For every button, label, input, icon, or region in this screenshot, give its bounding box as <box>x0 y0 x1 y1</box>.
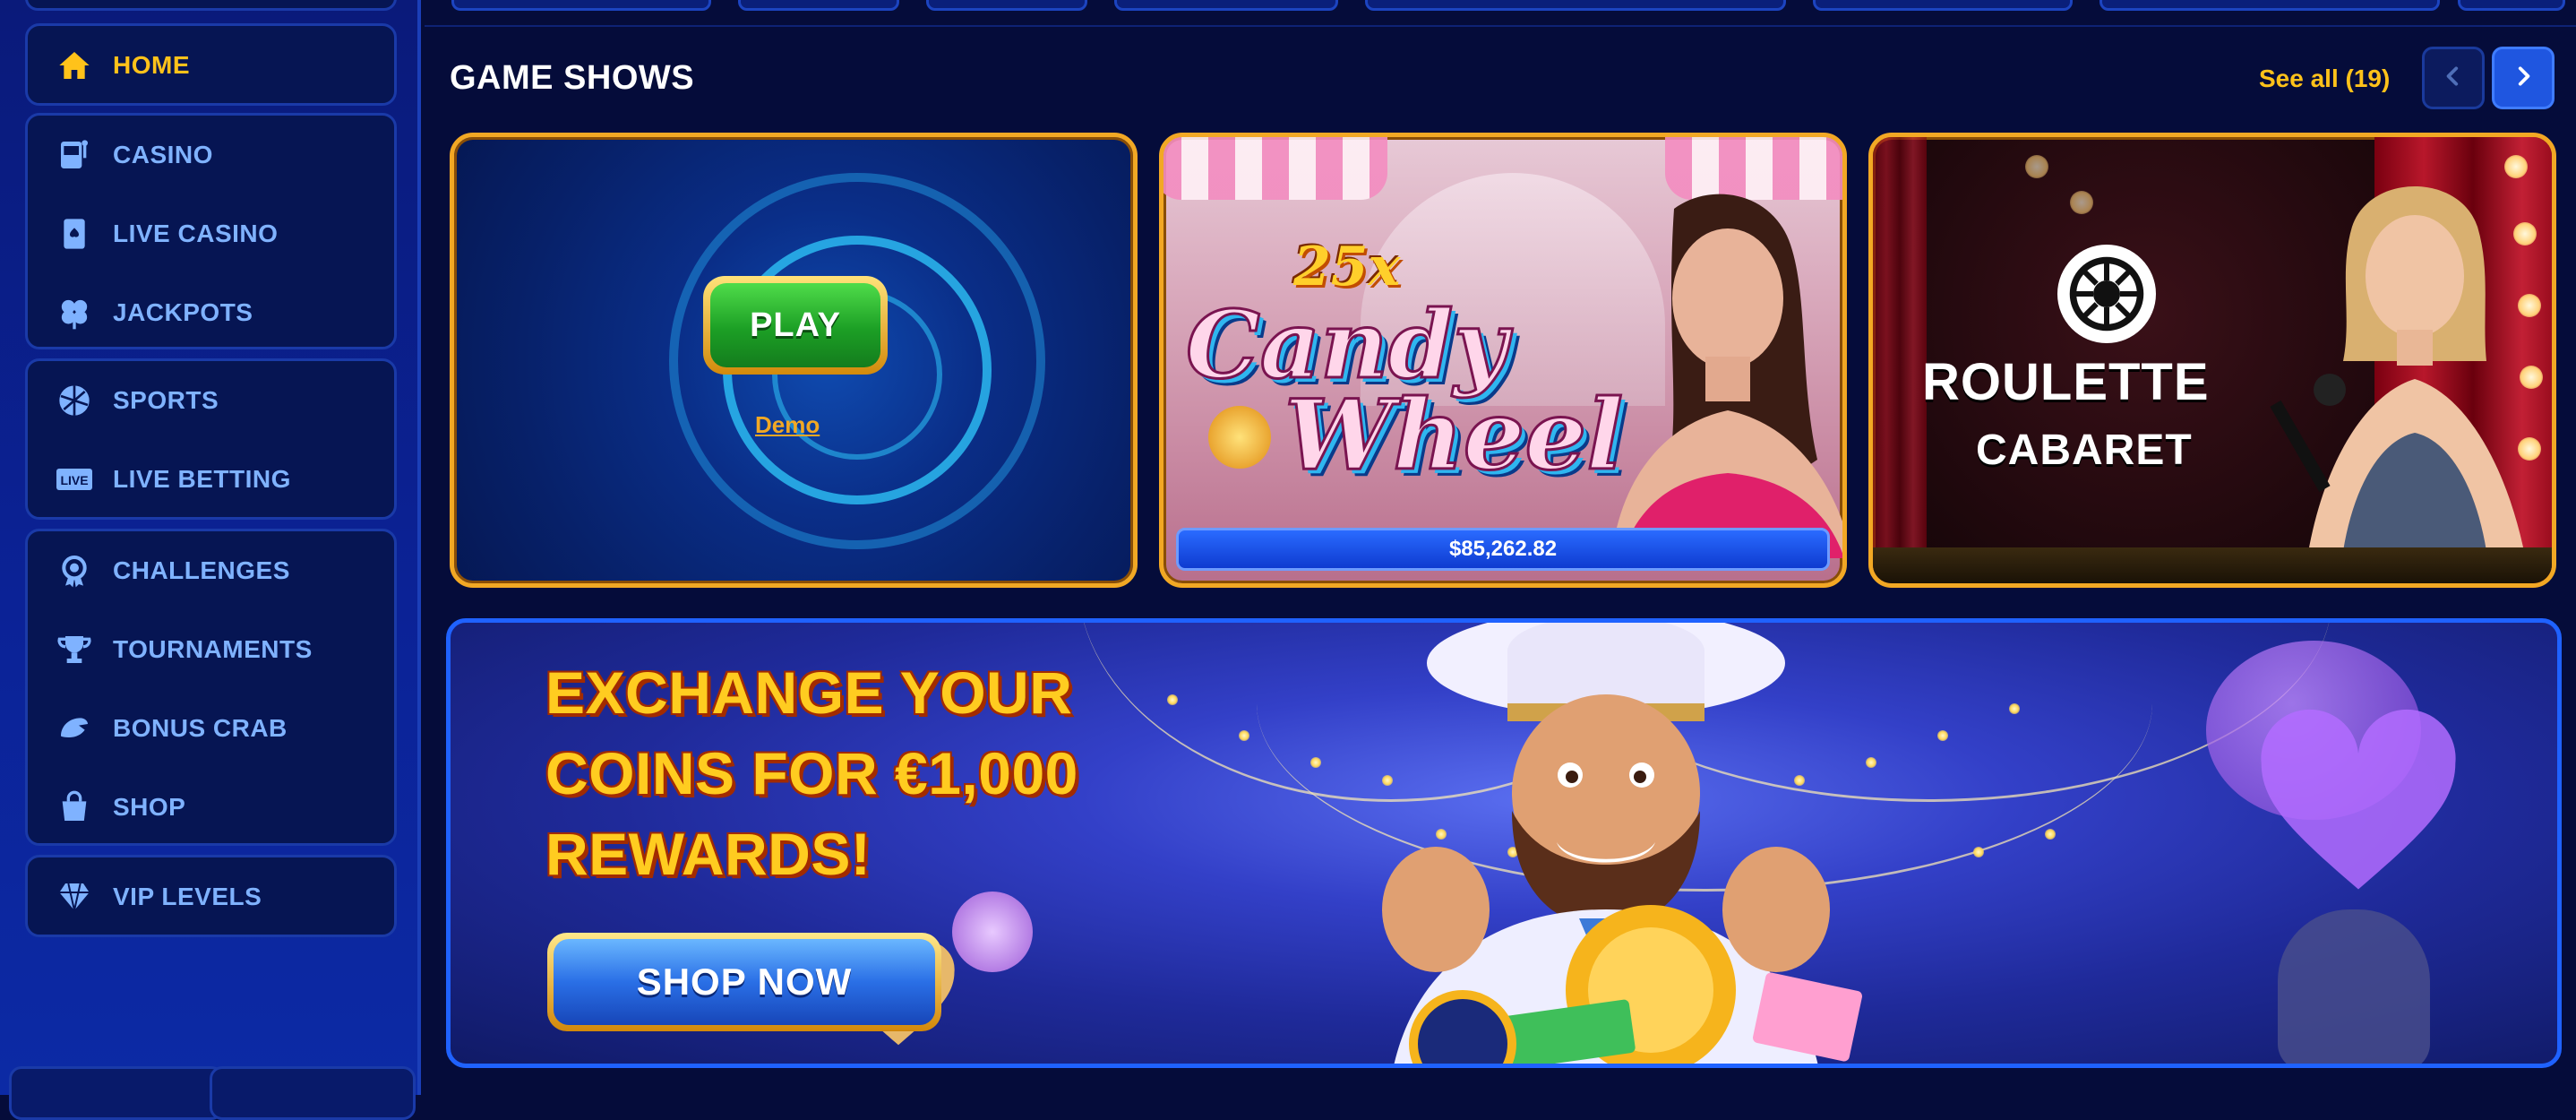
ball-icon <box>55 381 94 420</box>
string-light <box>1310 757 1321 768</box>
live-badge-icon: LIVE <box>55 460 94 499</box>
sidebar-item-vip-levels[interactable]: VIP LEVELS <box>28 868 394 926</box>
shopping-bag-icon <box>55 788 94 827</box>
sidebar-group-home: HOME <box>25 23 397 106</box>
awning-decoration <box>1163 137 1387 200</box>
sidebar-item-label: SPORTS <box>113 386 219 414</box>
divider <box>425 25 2576 27</box>
game-card[interactable]: PLAY Demo <box>450 133 1138 588</box>
host-portrait <box>1611 194 1842 558</box>
string-light <box>1239 730 1249 741</box>
sidebar-item-label: LIVE BETTING <box>113 465 291 493</box>
sidebar-item-casino[interactable]: CASINO <box>28 126 394 184</box>
sidebar-item-challenges[interactable]: CHALLENGES <box>28 542 394 599</box>
diamond-icon <box>55 877 94 917</box>
see-all-link[interactable]: See all (19) <box>2259 65 2390 93</box>
category-tab[interactable] <box>1365 0 1786 11</box>
play-button[interactable]: PLAY <box>703 276 888 375</box>
home-icon <box>55 46 94 85</box>
candy-wheel-logo-word: Wheel <box>1283 378 1624 494</box>
sidebar: HOME CASINO LIVE CASINO JACKPOTS SPORTS … <box>0 0 421 1120</box>
sidebar-item-label: HOME <box>113 51 190 79</box>
play-button-label: PLAY <box>710 283 880 367</box>
trophy-icon <box>55 630 94 669</box>
promo-headline-line: COINS FOR €1,000 <box>545 740 1078 806</box>
candy-decoration <box>1208 406 1271 469</box>
sidebar-item-label: JACKPOTS <box>113 298 253 326</box>
sidebar-item-label: CASINO <box>113 141 213 168</box>
sidebar-item-label: TOURNAMENTS <box>113 635 313 663</box>
main-content: GAME SHOWS See all (19) PLAY Demo 25x Ca… <box>425 0 2576 1095</box>
section-title: GAME SHOWS <box>450 59 695 97</box>
sidebar-item-label: LIVE CASINO <box>113 220 279 247</box>
roulette-title: ROULETTE <box>1922 353 2210 411</box>
shop-now-label: SHOP NOW <box>554 939 935 1025</box>
stage-light <box>2025 155 2048 178</box>
sidebar-item-label: SHOP <box>113 793 186 821</box>
category-tab[interactable] <box>2099 0 2440 11</box>
playing-card-icon <box>55 214 94 254</box>
category-tab[interactable] <box>2458 0 2565 11</box>
chevron-left-icon <box>2442 65 2465 92</box>
sidebar-item-live-casino[interactable]: LIVE CASINO <box>28 205 394 263</box>
sidebar-item-label: VIP LEVELS <box>113 883 262 910</box>
category-tab[interactable] <box>1813 0 2073 11</box>
sidebar-group-casino: CASINO LIVE CASINO JACKPOTS <box>25 113 397 349</box>
sidebar-item-tournaments[interactable]: TOURNAMENTS <box>28 621 394 678</box>
game-card-roulette-cabaret[interactable]: ROULETTE CABARET <box>1868 133 2556 588</box>
sidebar-item-shop[interactable]: SHOP <box>28 779 394 836</box>
shop-now-button[interactable]: SHOP NOW <box>547 933 941 1031</box>
sidebar-top-group-edge <box>25 0 397 11</box>
crab-claw-icon <box>55 709 94 748</box>
string-light <box>2009 703 2020 714</box>
sidebar-item-live-betting[interactable]: LIVE LIVE BETTING <box>28 451 394 508</box>
roulette-subtitle: CABARET <box>1976 426 2193 474</box>
heart-balloon-decoration <box>2261 709 2456 890</box>
sidebar-item-jackpots[interactable]: JACKPOTS <box>28 284 394 341</box>
curtain-decoration <box>1873 137 1927 583</box>
sidebar-item-label: CHALLENGES <box>113 556 290 584</box>
sidebar-footer-tab[interactable] <box>9 1066 224 1120</box>
table-edge <box>1873 547 2552 583</box>
game-card-candy-wheel[interactable]: 25x Candy Wheel $85,262.82 <box>1159 133 1847 588</box>
string-light <box>1167 694 1178 705</box>
sidebar-footer-tab[interactable] <box>210 1066 416 1120</box>
carousel-prev-button[interactable] <box>2422 47 2485 109</box>
promo-headline-line: EXCHANGE YOUR <box>545 659 1073 726</box>
slot-machine-icon <box>55 135 94 175</box>
host-portrait <box>2270 186 2530 583</box>
sidebar-item-home[interactable]: HOME <box>28 37 394 94</box>
string-light <box>1973 847 1984 857</box>
stage-light <box>2070 191 2093 214</box>
sidebar-group-challenges: CHALLENGES TOURNAMENTS BONUS CRAB SHOP <box>25 529 397 846</box>
jackpot-amount: $85,262.82 <box>1176 528 1830 571</box>
cowboy-mascot-illustration <box>1382 623 1862 1064</box>
svg-text:LIVE: LIVE <box>60 473 88 487</box>
sidebar-item-bonus-crab[interactable]: BONUS CRAB <box>28 700 394 757</box>
roulette-wheel-icon <box>2057 245 2156 343</box>
category-tab[interactable] <box>451 0 711 11</box>
sidebar-item-label: BONUS CRAB <box>113 714 288 742</box>
category-tab[interactable] <box>926 0 1087 11</box>
sidebar-group-vip: VIP LEVELS <box>25 855 397 937</box>
category-tab[interactable] <box>1114 0 1338 11</box>
chevron-right-icon <box>2512 65 2535 92</box>
promo-headline-line: REWARDS! <box>545 821 872 887</box>
teddy-bear-decoration <box>2278 909 2430 1064</box>
demo-link[interactable]: Demo <box>755 411 820 439</box>
category-tab[interactable] <box>738 0 899 11</box>
string-light <box>2045 829 2056 840</box>
clover-icon <box>55 293 94 332</box>
sidebar-group-sports: SPORTS LIVE LIVE BETTING <box>25 358 397 520</box>
carousel-next-button[interactable] <box>2492 47 2555 109</box>
promo-banner[interactable]: EXCHANGE YOUR COINS FOR €1,000 REWARDS! … <box>446 618 2562 1068</box>
sidebar-item-sports[interactable]: SPORTS <box>28 372 394 429</box>
string-light <box>1937 730 1948 741</box>
medal-icon <box>55 551 94 590</box>
